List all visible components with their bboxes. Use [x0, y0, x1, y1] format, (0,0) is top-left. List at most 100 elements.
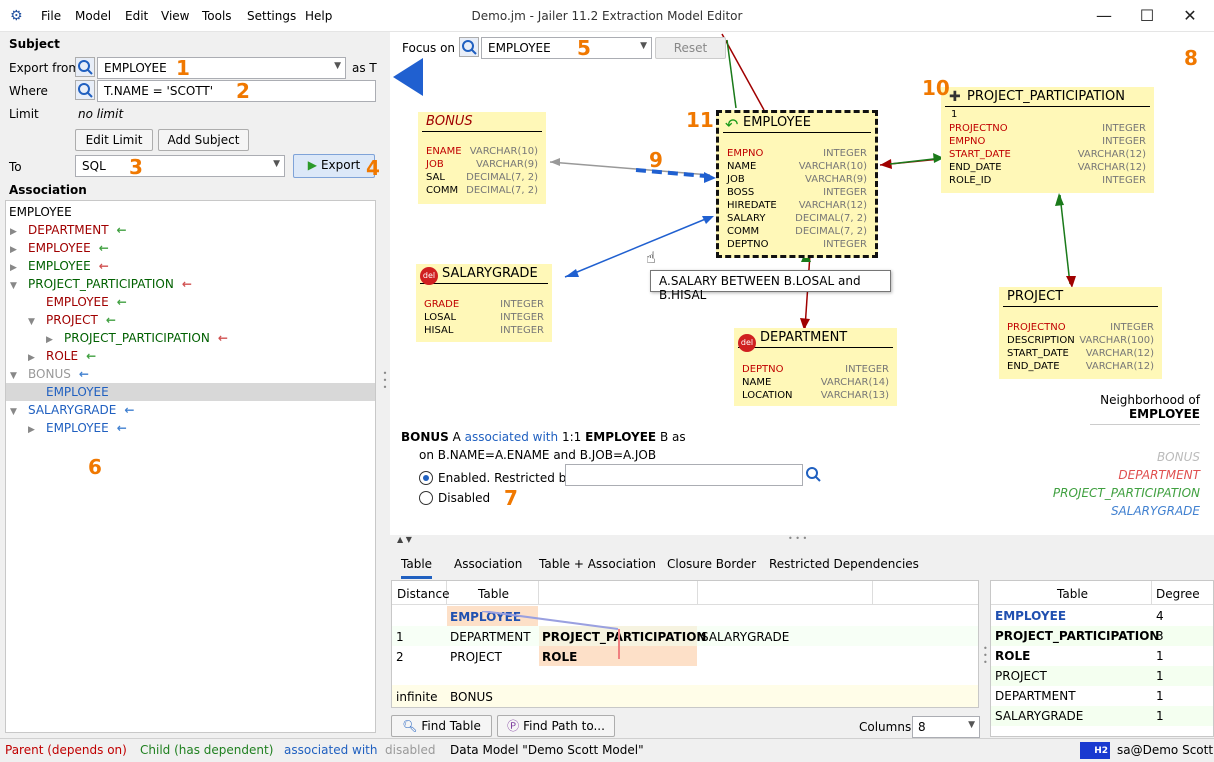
horizontal-splitter[interactable]: • • • [788, 534, 807, 543]
table-project-participation[interactable]: ✚ PROJECT_PARTICIPATION 1 PROJECTNO INTEGE… [941, 87, 1154, 193]
table-bonus[interactable]: BONUS ENAME VARCHAR(10) JOB VARCHAR(9) SAL DE… [418, 112, 546, 204]
tree-item[interactable]: ▶ ROLE ← [6, 347, 375, 365]
closure-cell[interactable]: 1 [396, 630, 404, 644]
degree-table-name[interactable]: PROJECT [995, 669, 1047, 683]
table-title: del DEPARTMENT [738, 328, 893, 352]
find-table-button[interactable]: 🔍︎ Find Table [391, 715, 492, 737]
degree-table-name[interactable]: SALARYGRADE [995, 709, 1083, 723]
column-type: INTEGER [823, 239, 867, 250]
format-select[interactable]: SQL ▼ [75, 155, 285, 177]
tree-item[interactable]: ▶ DEPARTMENT ← [6, 221, 375, 239]
tree-item-label: EMPLOYEE [46, 295, 109, 309]
tree-item-label: PROJECT_PARTICIPATION [28, 277, 174, 291]
column-row: EMPNO INTEGER [727, 147, 867, 160]
tree-item[interactable]: ▼ SALARYGRADE ← [6, 401, 375, 419]
tree-item[interactable]: ▶ EMPLOYEE ← [6, 239, 375, 257]
back-arrow-icon[interactable] [393, 58, 423, 96]
export-from-select[interactable]: EMPLOYEE ▼ [97, 57, 346, 79]
closure-cell[interactable]: 2 [396, 650, 404, 664]
legend-parent: Parent (depends on) [5, 743, 127, 757]
h2-icon: H2 [1080, 742, 1110, 759]
association-tree[interactable]: EMPLOYEE ▶ DEPARTMENT ← ▶ EMPLOYEE ← ▶ EMPLOYEE… [5, 200, 376, 733]
degree-table-name[interactable]: ROLE [995, 649, 1030, 663]
search-icon[interactable] [459, 37, 479, 57]
annotation-2: 2 [236, 79, 250, 103]
tree-item[interactable]: ▶ PROJECT_PARTICIPATION ← [6, 329, 375, 347]
edit-limit-button[interactable]: Edit Limit [75, 129, 153, 151]
table-employee[interactable]: ↶ EMPLOYEE EMPNO INTEGER NAME VARCHAR(10) JOB… [716, 110, 878, 258]
chevron-down-icon: ▼ [334, 61, 341, 71]
tree-item-label: PROJECT_PARTICIPATION [64, 331, 210, 345]
col-header-table[interactable]: Table [1057, 587, 1088, 601]
title-bar: ⚙ File Model Edit View Tools Settings He… [0, 0, 1214, 32]
tree-item[interactable]: EMPLOYEE ← [6, 293, 375, 311]
closure-cell[interactable]: BONUS [450, 690, 493, 704]
tab-association[interactable]: Association [454, 557, 522, 571]
columns-select[interactable]: 8 ▼ [912, 716, 980, 738]
column-name: JOB [426, 159, 444, 170]
search-icon[interactable] [75, 80, 95, 100]
table-project[interactable]: PROJECT PROJECTNO INTEGER DESCRIPTION VARCH… [999, 287, 1162, 379]
add-subject-button[interactable]: Add Subject [158, 129, 249, 151]
expand-toggle-icon[interactable]: ▶ [28, 421, 40, 439]
search-icon[interactable] [75, 57, 95, 77]
legend-project-participation: PROJECT_PARTICIPATION [1052, 486, 1200, 500]
table-salarygrade[interactable]: del SALARYGRADE GRADE INTEGER LOSAL INTEGER H… [416, 264, 552, 342]
search-icon[interactable] [805, 466, 823, 487]
tree-root[interactable]: EMPLOYEE [9, 203, 378, 221]
annotation-7: 7 [504, 486, 518, 510]
column-row: HIREDATE VARCHAR(12) [727, 199, 867, 212]
col-header-table[interactable]: Table [478, 587, 509, 601]
tree-item[interactable]: ▼ PROJECT_PARTICIPATION ← [6, 275, 375, 293]
tree-item[interactable]: EMPLOYEE [6, 383, 375, 401]
degree-table-name[interactable]: DEPARTMENT [995, 689, 1076, 703]
collapse-arrows-icon[interactable]: ▲ ▼ [397, 535, 412, 544]
tab-closure-border[interactable]: Closure Border [667, 557, 756, 571]
tree-item[interactable]: ▶ EMPLOYEE ← [6, 257, 375, 275]
column-type: VARCHAR(14) [820, 377, 889, 388]
export-button[interactable]: ▶ Export [293, 154, 375, 178]
column-name: COMM [426, 185, 459, 196]
column-row: BOSS INTEGER [727, 186, 867, 199]
col-header-distance[interactable]: Distance [397, 587, 449, 601]
degree-table-name[interactable]: PROJECT_PARTICIPATION [995, 629, 1159, 643]
disabled-radio[interactable] [419, 491, 433, 505]
column-type: VARCHAR(100) [1079, 335, 1154, 346]
maximize-icon[interactable]: ☐ [1125, 4, 1169, 28]
tree-item[interactable]: ▼ BONUS ← [6, 365, 375, 383]
annotation-8: 8 [1184, 46, 1198, 70]
tree-item[interactable]: ▼ PROJECT ← [6, 311, 375, 329]
minimize-icon[interactable]: — [1082, 4, 1126, 28]
column-row: SALARY DECIMAL(7, 2) [727, 212, 867, 225]
splitter-handle[interactable]: • • • [983, 645, 988, 667]
tree-item-label: SALARYGRADE [28, 403, 117, 417]
degree-table-name[interactable]: EMPLOYEE [995, 609, 1066, 623]
column-type: INTEGER [1110, 322, 1154, 333]
enabled-radio[interactable] [419, 471, 433, 485]
find-path-button[interactable]: Ⓟ Find Path to... [497, 715, 615, 737]
tab-restricted-dependencies[interactable]: Restricted Dependencies [769, 557, 919, 571]
close-icon[interactable]: ✕ [1168, 4, 1212, 28]
degree-table[interactable]: Table Degree EMPLOYEE 4 PROJECT_PARTICIPAT… [990, 580, 1214, 737]
column-row: END_DATE VARCHAR(12) [1007, 360, 1154, 373]
tab-table[interactable]: Table [401, 557, 433, 579]
focus-select[interactable]: EMPLOYEE ▼ [481, 37, 652, 59]
tree-item[interactable]: ▶ EMPLOYEE ← [6, 419, 375, 437]
arrow-icon: ← [86, 349, 97, 363]
column-name: EMPNO [727, 148, 764, 159]
column-name: ENAME [426, 146, 462, 157]
column-name: PROJECTNO [1007, 322, 1066, 333]
table-department[interactable]: del DEPARTMENT DEPTNO INTEGER NAME VARCHAR(1… [734, 328, 897, 406]
closure-table[interactable]: Distance Table EMPLOYEE 1 DEPARTMENT PROJEC… [391, 580, 979, 708]
subject-heading: Subject [9, 37, 60, 51]
restriction-input[interactable] [565, 464, 803, 486]
closure-cell[interactable]: infinite [396, 690, 438, 704]
tab-table-association[interactable]: Table + Association [539, 557, 656, 571]
play-icon: ▶ [307, 158, 317, 172]
closure-cell[interactable]: SALARYGRADE [701, 630, 789, 644]
splitter-handle[interactable]: • • • [382, 370, 388, 400]
column-name: COMM [727, 226, 760, 237]
reset-button[interactable]: Reset [655, 37, 726, 59]
column-type: INTEGER [823, 187, 867, 198]
col-header-degree[interactable]: Degree [1156, 587, 1200, 601]
